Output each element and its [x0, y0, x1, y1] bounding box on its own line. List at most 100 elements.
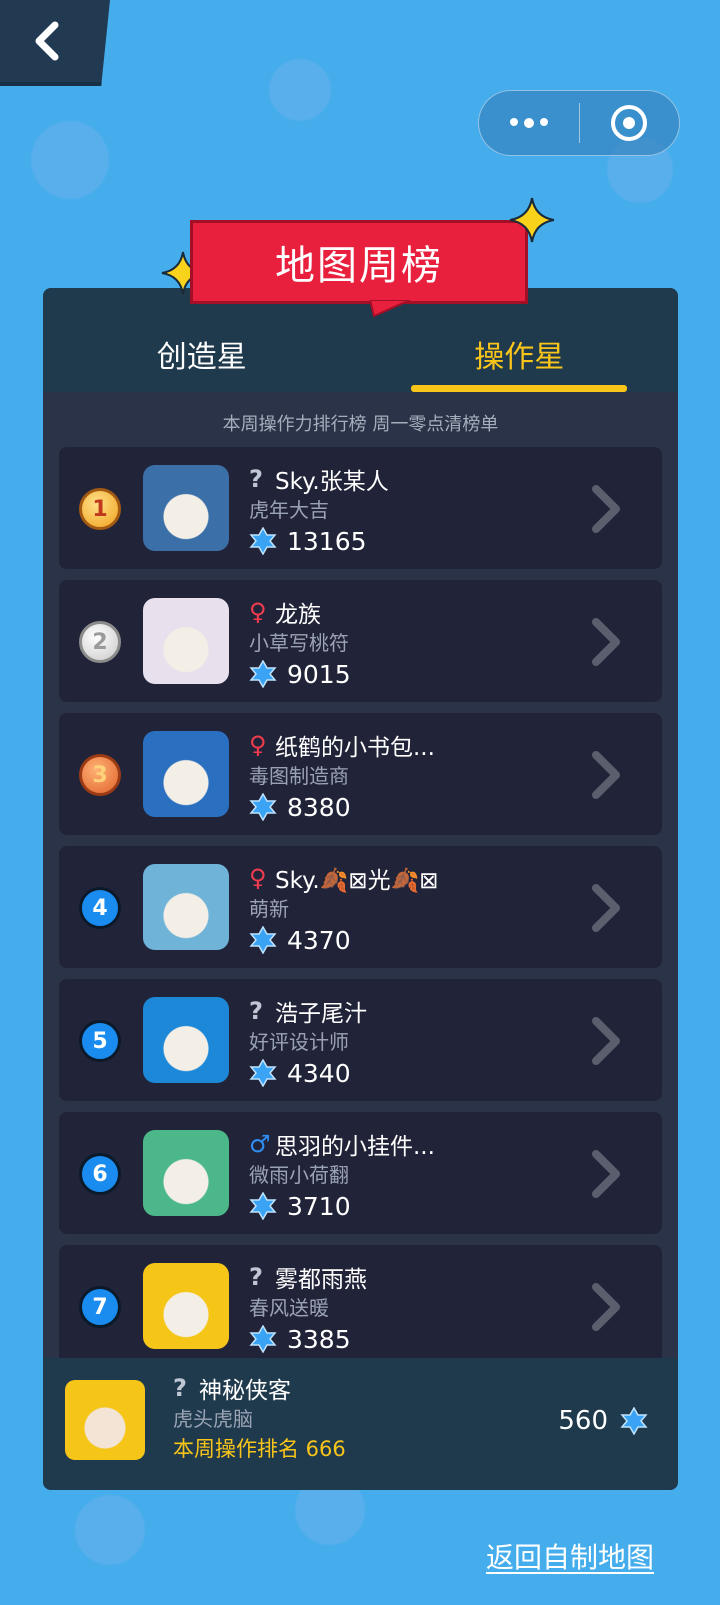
rank-badge: 7: [79, 1286, 121, 1328]
score-value: 4340: [287, 1058, 351, 1088]
leaderboard-row[interactable]: 5 ? 浩子尾汁 好评设计师 4340: [59, 979, 662, 1101]
player-score: 4370: [249, 924, 439, 956]
chevron-left-icon: [35, 21, 59, 61]
star-gem-icon: [249, 527, 277, 555]
score-value: 13165: [287, 526, 367, 556]
star-gem-icon: [249, 793, 277, 821]
my-weekly-rank: 本周操作排名 666: [173, 1437, 346, 1461]
score-value: 8380: [287, 792, 351, 822]
back-button[interactable]: [0, 0, 110, 86]
player-score: 3385: [249, 1323, 367, 1355]
sparkle-star-icon: [509, 197, 555, 243]
player-title: 萌新: [249, 897, 289, 921]
player-title: 虎年大吉: [249, 498, 329, 522]
player-name: 龙族: [275, 602, 321, 628]
player-score: 13165: [249, 525, 389, 557]
gender-female-icon: ♀: [249, 598, 267, 626]
player-avatar[interactable]: [143, 731, 229, 817]
player-avatar[interactable]: [143, 598, 229, 684]
more-menu-button[interactable]: [479, 91, 579, 155]
gender-female-icon: ♀: [249, 731, 267, 759]
close-miniprogram-button[interactable]: [580, 91, 680, 155]
rank-badge: 3: [79, 754, 121, 796]
leaderboard-row[interactable]: 3 ♀ 纸鹤的小书包... 毒图制造商 8380: [59, 713, 662, 835]
my-name: 神秘侠客: [199, 1378, 291, 1404]
leaderboard-row[interactable]: 7 ? 雾都雨燕 春风送暖 3385: [59, 1245, 662, 1367]
my-score-value: 560: [558, 1406, 608, 1436]
more-dots-icon: [509, 118, 548, 128]
player-name: 思羽的小挂件...: [275, 1134, 435, 1160]
my-title: 虎头虎脑: [173, 1407, 253, 1431]
banner-title: 地图周榜: [190, 220, 528, 304]
player-avatar[interactable]: [143, 1130, 229, 1216]
player-title: 微雨小荷翻: [249, 1163, 349, 1187]
rank-number: 7: [92, 1294, 108, 1320]
leaderboard-list: 1 ? Sky.张某人 虎年大吉 13165 2 ♀ 龙族 小草写桃符 9015…: [43, 447, 678, 1367]
gender-female-icon: ♀: [249, 864, 267, 892]
score-value: 4370: [287, 925, 351, 955]
return-to-custom-maps-link[interactable]: 返回自制地图: [486, 1536, 654, 1576]
score-value: 9015: [287, 659, 351, 689]
star-gem-icon: [249, 1192, 277, 1220]
player-score: 3710: [249, 1190, 435, 1222]
player-title: 毒图制造商: [249, 764, 349, 788]
gender-male-icon: ♂: [249, 1130, 271, 1158]
banner-tail: [370, 300, 410, 318]
rank-badge: 6: [79, 1153, 121, 1195]
player-title: 春风送暖: [249, 1296, 329, 1320]
my-rank-bar[interactable]: ? 神秘侠客 虎头虎脑 本周操作排名 666 560: [43, 1358, 678, 1490]
gender-unknown-icon: ?: [249, 465, 263, 493]
chevron-right-icon: [592, 1283, 620, 1331]
rank-number: 1: [92, 496, 108, 522]
rank-number: 5: [92, 1028, 108, 1054]
weekly-map-banner: 地图周榜: [160, 196, 560, 326]
player-name: Sky.🍂⊠光🍂⊠: [275, 868, 439, 894]
player-score: 9015: [249, 658, 351, 690]
chevron-right-icon: [592, 485, 620, 533]
chevron-right-icon: [592, 751, 620, 799]
chevron-right-icon: [592, 1017, 620, 1065]
miniprogram-capsule: [478, 90, 680, 156]
star-gem-icon: [249, 926, 277, 954]
star-gem-icon: [249, 660, 277, 688]
leaderboard-row[interactable]: 1 ? Sky.张某人 虎年大吉 13165: [59, 447, 662, 569]
star-gem-icon: [249, 1059, 277, 1087]
rank-badge: 1: [79, 488, 121, 530]
leaderboard-panel: 创造星 操作星 本周操作力排行榜 周一零点清榜单 1 ? Sky.张某人 虎年大…: [43, 288, 678, 1490]
gender-unknown-icon: ?: [249, 997, 263, 1025]
gender-unknown-icon: ?: [249, 1263, 263, 1291]
player-name: 纸鹤的小书包...: [275, 735, 435, 761]
leaderboard-row[interactable]: 2 ♀ 龙族 小草写桃符 9015: [59, 580, 662, 702]
player-name: 浩子尾汁: [275, 1001, 367, 1027]
player-score: 8380: [249, 791, 435, 823]
score-value: 3385: [287, 1324, 351, 1354]
player-avatar[interactable]: [143, 864, 229, 950]
star-gem-icon: [249, 1325, 277, 1353]
gender-unknown-icon: ?: [173, 1374, 187, 1402]
rank-number: 6: [92, 1161, 108, 1187]
player-score: 4340: [249, 1057, 367, 1089]
rank-badge: 4: [79, 887, 121, 929]
player-avatar[interactable]: [143, 1263, 229, 1349]
chevron-right-icon: [592, 1150, 620, 1198]
leaderboard-subtitle: 本周操作力排行榜 周一零点清榜单: [222, 414, 499, 435]
rank-number: 3: [92, 762, 108, 788]
player-title: 小草写桃符: [249, 631, 349, 655]
player-avatar[interactable]: [143, 465, 229, 551]
my-avatar: [65, 1380, 145, 1460]
rank-badge: 2: [79, 621, 121, 663]
star-gem-icon: [620, 1407, 648, 1435]
player-name: 雾都雨燕: [275, 1267, 367, 1293]
leaderboard-row[interactable]: 6 ♂ 思羽的小挂件... 微雨小荷翻 3710: [59, 1112, 662, 1234]
chevron-right-icon: [592, 884, 620, 932]
player-name: Sky.张某人: [275, 469, 389, 495]
rank-number: 2: [92, 629, 108, 655]
leaderboard-row[interactable]: 4 ♀ Sky.🍂⊠光🍂⊠ 萌新 4370: [59, 846, 662, 968]
player-title: 好评设计师: [249, 1030, 349, 1054]
score-value: 3710: [287, 1191, 351, 1221]
player-avatar[interactable]: [143, 997, 229, 1083]
rank-number: 4: [92, 895, 108, 921]
target-icon: [611, 105, 648, 141]
rank-badge: 5: [79, 1020, 121, 1062]
chevron-right-icon: [592, 618, 620, 666]
